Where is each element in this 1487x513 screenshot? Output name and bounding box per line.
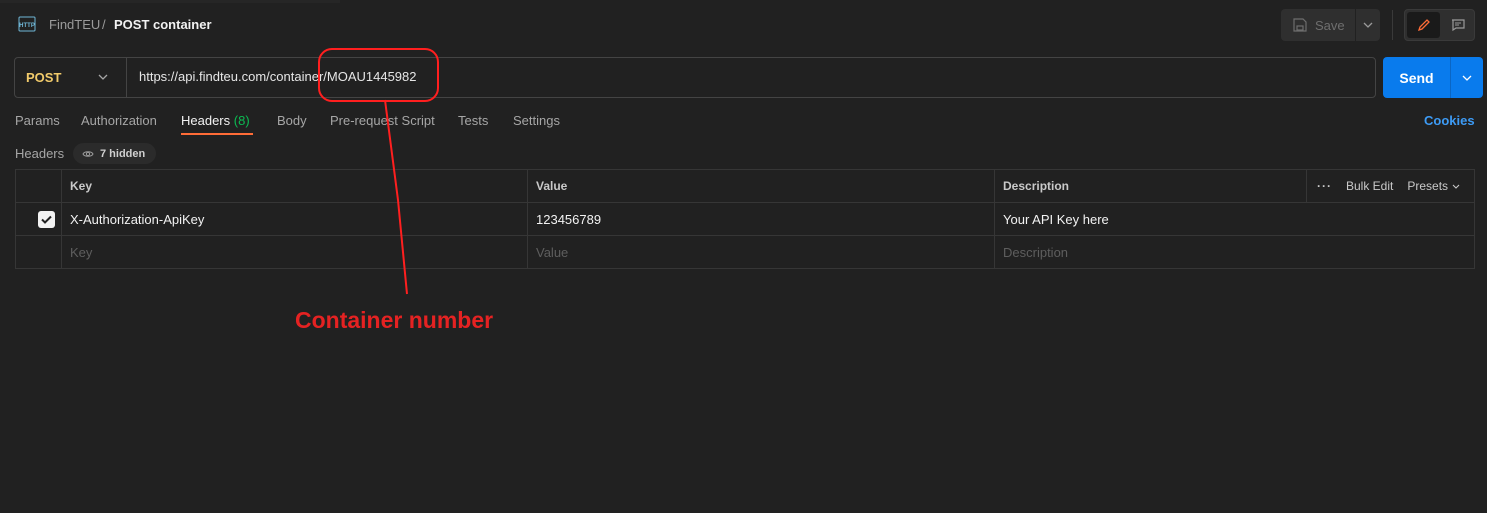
annotation-label: Container number (295, 307, 494, 333)
annotation-pointer-line (384, 99, 408, 295)
